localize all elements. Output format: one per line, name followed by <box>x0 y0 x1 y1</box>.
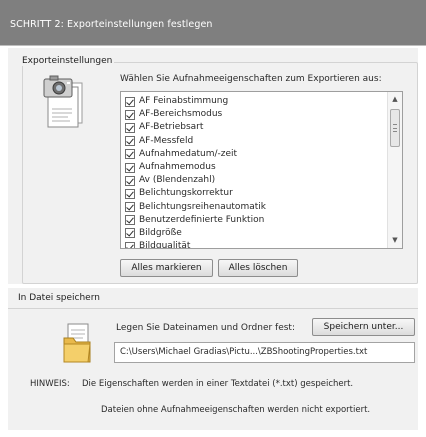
note-label: HINWEIS: <box>30 379 70 389</box>
property-checkbox[interactable] <box>125 175 135 186</box>
select-all-button[interactable]: Alles markieren <box>120 259 213 277</box>
header-divider <box>0 45 426 46</box>
property-checkbox[interactable] <box>125 96 135 107</box>
folder-document-icon <box>63 323 91 363</box>
save-as-button[interactable]: Speichern unter... <box>312 318 415 336</box>
export-properties-label: Wählen Sie Aufnahmeeigenschaften zum Exp… <box>120 74 382 84</box>
file-path-field[interactable]: C:\Users\Michael Gradias\Pictu...\ZBShoo… <box>114 342 415 363</box>
property-checkbox[interactable] <box>125 202 135 213</box>
property-checkbox[interactable] <box>125 109 135 120</box>
property-checkbox[interactable] <box>125 188 135 199</box>
list-item[interactable]: Aufnahmemodus <box>125 161 266 174</box>
property-label: AF-Messfeld <box>139 135 194 146</box>
property-label: Av (Blendenzahl) <box>139 175 216 186</box>
list-item[interactable]: AF-Bereichsmodus <box>125 108 266 121</box>
save-instructions-label: Legen Sie Dateinamen und Ordner fest: <box>116 323 295 333</box>
property-checkbox[interactable] <box>125 241 135 248</box>
list-item[interactable]: Av (Blendenzahl) <box>125 174 266 187</box>
list-item[interactable]: AF-Betriebsart <box>125 121 266 134</box>
property-label: Aufnahmedatum/-zeit <box>139 148 238 159</box>
list-item[interactable]: Aufnahmedatum/-zeit <box>125 148 266 161</box>
list-item[interactable]: Belichtungsreihenautomatik <box>125 201 266 214</box>
note-text-2: Dateien ohne Aufnahmeeigenschaften werde… <box>101 405 371 415</box>
scroll-up-icon[interactable]: ▲ <box>388 92 402 107</box>
note-text-1: Die Eigenschaften werden in einer Textda… <box>82 379 354 389</box>
list-item[interactable]: Bildqualität <box>125 240 266 249</box>
step-header: SCHRITT 2: Exporteinstellungen festlegen <box>0 0 426 45</box>
scroll-down-icon[interactable]: ▼ <box>388 233 402 248</box>
save-group-divider <box>8 308 418 309</box>
bottom-margin <box>0 431 426 437</box>
step-title: SCHRITT 2: Exporteinstellungen festlegen <box>10 19 213 30</box>
property-items: AF Feinabstimmung AF-Bereichsmodus AF-Be… <box>125 95 266 249</box>
list-item[interactable]: AF Feinabstimmung <box>125 95 266 108</box>
list-item[interactable]: AF-Messfeld <box>125 135 266 148</box>
property-label: AF-Bereichsmodus <box>139 109 223 120</box>
list-item[interactable]: Belichtungskorrektur <box>125 187 266 200</box>
property-checkbox[interactable] <box>125 122 135 133</box>
property-checkbox[interactable] <box>125 136 135 147</box>
scroll-thumb[interactable] <box>390 109 400 147</box>
list-scrollbar[interactable]: ▲ ▼ <box>387 92 402 248</box>
camera-document-icon <box>43 75 83 128</box>
property-label: Belichtungsreihenautomatik <box>139 201 266 212</box>
save-to-file-title: In Datei speichern <box>18 293 100 303</box>
property-label: Bildqualität <box>139 241 191 249</box>
property-checkbox[interactable] <box>125 228 135 239</box>
grip-icon <box>393 124 397 132</box>
export-properties-list[interactable]: AF Feinabstimmung AF-Bereichsmodus AF-Be… <box>120 91 403 249</box>
property-label: Benutzerdefinierte Funktion <box>139 214 265 225</box>
list-item[interactable]: Bildgröße <box>125 227 266 240</box>
property-label: AF-Betriebsart <box>139 122 204 133</box>
property-label: Aufnahmemodus <box>139 162 216 173</box>
clear-all-button[interactable]: Alles löschen <box>218 259 298 277</box>
property-label: AF Feinabstimmung <box>139 96 229 107</box>
property-checkbox[interactable] <box>125 215 135 226</box>
property-label: Belichtungskorrektur <box>139 188 233 199</box>
export-settings-title: Exporteinstellungen <box>20 56 115 66</box>
property-label: Bildgröße <box>139 227 182 238</box>
property-checkbox[interactable] <box>125 149 135 160</box>
property-checkbox[interactable] <box>125 162 135 173</box>
list-item[interactable]: Benutzerdefinierte Funktion <box>125 214 266 227</box>
